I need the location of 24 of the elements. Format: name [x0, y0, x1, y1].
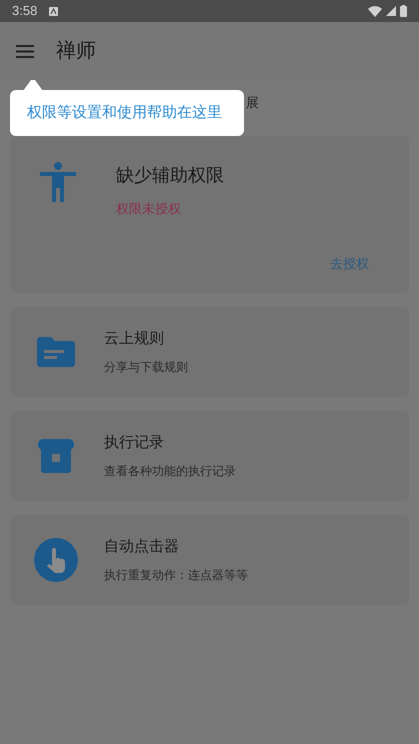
card-subtitle: 执行重复动作：连点器等等 — [104, 567, 248, 584]
accessibility-icon — [40, 162, 76, 202]
card-subtitle: 分享与下载规则 — [104, 359, 188, 376]
feature-card[interactable]: 自动点击器 执行重复动作：连点器等等 — [10, 515, 409, 605]
notice-text: 展 — [246, 94, 259, 112]
folder-icon — [37, 337, 75, 367]
status-time: 3:58 — [12, 2, 38, 20]
menu-icon[interactable] — [16, 44, 34, 58]
permission-status: 权限未授权 — [116, 200, 182, 218]
permission-title: 缺少辅助权限 — [116, 164, 224, 187]
feature-card[interactable]: 云上规则 分享与下载规则 — [10, 307, 409, 397]
card-title: 云上规则 — [104, 328, 165, 349]
notification-icon — [49, 6, 58, 16]
signal-icon — [386, 6, 396, 16]
tooltip-text: 权限等设置和使用帮助在这里 — [27, 102, 222, 123]
app-title: 禅师 — [56, 39, 96, 64]
battery-icon — [400, 5, 407, 17]
touch-icon — [34, 538, 78, 582]
feature-card[interactable]: 执行记录 查看各种功能的执行记录 — [10, 411, 409, 501]
card-title: 自动点击器 — [104, 536, 180, 557]
wifi-icon — [368, 6, 382, 16]
card-title: 执行记录 — [104, 432, 165, 453]
archive-icon — [38, 439, 74, 473]
card-subtitle: 查看各种功能的执行记录 — [104, 463, 236, 480]
